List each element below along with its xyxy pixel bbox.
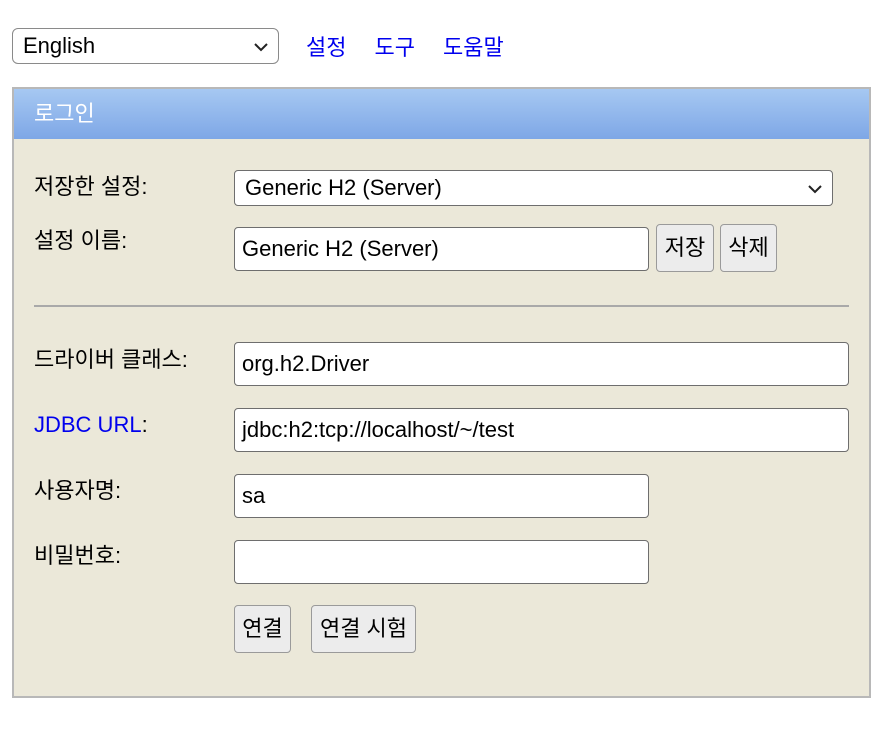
username-label: 사용자명: [34,478,122,503]
language-select-value: English [23,33,96,58]
saved-settings-select[interactable]: Generic H2 (Server) [234,170,833,206]
delete-button[interactable]: 삭제 [720,224,777,272]
password-label: 비밀번호: [34,543,122,568]
jdbc-url-link[interactable]: JDBC URL [34,412,142,437]
login-panel: 로그인 저장한 설정: Generic H2 (Server) 설정 이름: G… [12,87,871,698]
username-input[interactable]: sa [234,474,649,518]
driver-class-input[interactable]: org.h2.Driver [234,342,849,386]
test-connection-button[interactable]: 연결 시험 [311,605,416,653]
divider [34,305,849,307]
save-button[interactable]: 저장 [656,224,714,272]
driver-class-label: 드라이버 클래스: [34,347,188,372]
setting-name-label: 설정 이름: [34,228,128,253]
language-select[interactable]: English [12,28,279,64]
top-bar: English 설정 도구 도움말 [12,28,504,64]
jdbc-url-label: JDBC URL: [34,411,148,439]
setting-name-input[interactable]: Generic H2 (Server) [234,227,649,271]
saved-settings-label: 저장한 설정: [34,174,148,199]
jdbc-url-input[interactable]: jdbc:h2:tcp://localhost/~/test [234,408,849,452]
connect-button[interactable]: 연결 [234,605,291,653]
tools-link[interactable]: 도구 [374,30,414,62]
chevron-down-icon [808,185,822,194]
settings-link[interactable]: 설정 [306,30,346,62]
login-panel-title: 로그인 [14,89,869,139]
chevron-down-icon [254,43,268,52]
password-input[interactable] [234,540,649,584]
jdbc-url-colon: : [141,412,148,437]
saved-settings-value: Generic H2 (Server) [245,175,442,200]
help-link[interactable]: 도움말 [443,30,504,62]
